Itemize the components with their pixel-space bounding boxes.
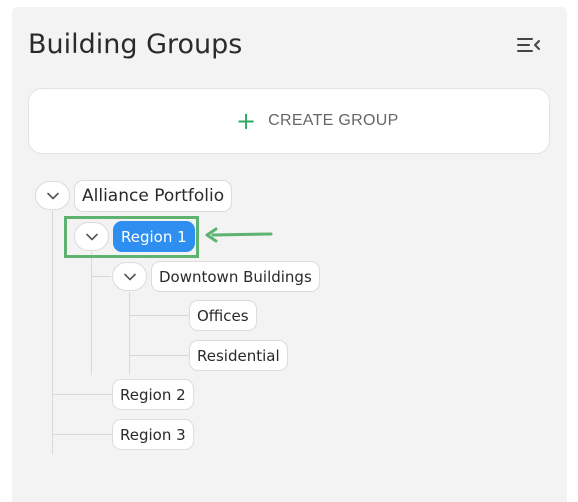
expand-toggle-alliance-portfolio[interactable] [35,181,70,210]
tree-connector [129,292,130,375]
tree-node-label: Downtown Buildings [159,267,312,286]
tree-node-downtown-buildings[interactable]: Downtown Buildings [151,261,320,292]
tree-node-residential[interactable]: Residential [189,340,288,371]
tree-node-alliance-portfolio[interactable]: Alliance Portfolio [74,180,233,212]
tree-connector [129,355,189,356]
page-title: Building Groups [28,29,243,60]
chevron-down-icon [123,273,136,280]
annotation-arrow-icon [205,227,273,243]
tree-node-label: Region 3 [120,425,186,444]
tree-connector [129,315,189,316]
collapse-sidebar-button[interactable] [514,33,542,57]
tree-node-label: Offices [197,306,249,325]
tree-node-label: Region 2 [120,385,186,404]
tree-node-region-2[interactable]: Region 2 [112,379,194,410]
tree-connector [52,394,112,395]
tree-node-label: Alliance Portfolio [82,186,225,206]
tree-node-label: Residential [197,346,280,365]
plus-icon: + [236,107,257,135]
tree-node-region-3[interactable]: Region 3 [112,419,194,450]
tree-connector [91,276,111,277]
create-group-button[interactable]: + CREATE GROUP [28,88,550,154]
tree-connector [91,252,92,375]
annotation-highlight-box [64,216,199,258]
tree-node-offices[interactable]: Offices [189,300,257,331]
tree-connector [52,211,53,454]
chevron-down-icon [46,192,59,199]
expand-toggle-downtown-buildings[interactable] [112,262,147,291]
create-group-label: CREATE GROUP [268,112,399,129]
tree-connector [52,434,112,435]
collapse-menu-icon [517,38,540,52]
